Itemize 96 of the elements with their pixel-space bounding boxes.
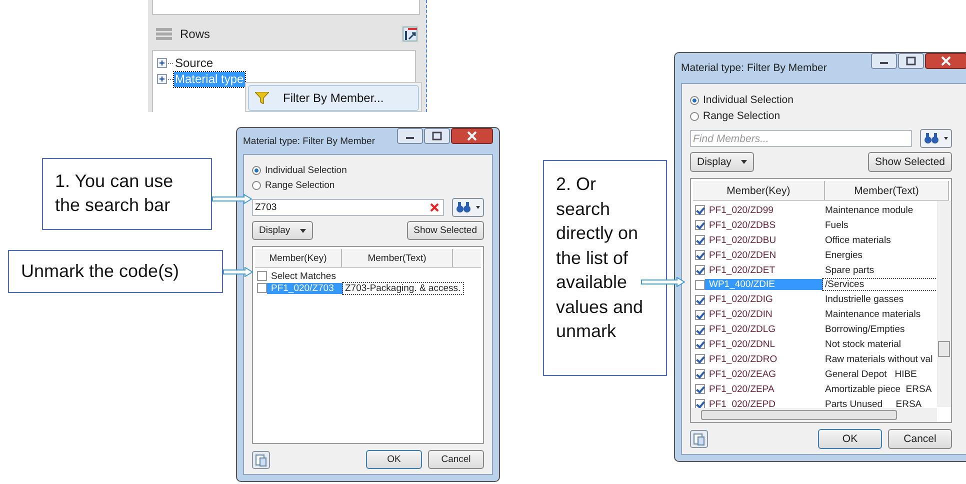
caret-icon [300,228,306,232]
radio-label: Individual Selection [703,94,794,106]
ok-button[interactable]: OK [818,429,882,449]
select-matches-label: Select Matches [271,270,336,282]
binoculars-icon[interactable] [920,129,952,148]
member-text: Office materials [824,234,891,246]
cancel-button[interactable]: Cancel [888,429,952,449]
checkbox[interactable] [695,310,705,320]
member-key[interactable]: PF1_020/ZDEN [705,250,823,261]
search-field[interactable]: Z703 [252,199,444,216]
member-text: Industrielle gasses [824,294,904,306]
member-text: Amortizable piece ERSA [824,384,932,395]
callout: Unmark the code(s) [8,250,223,293]
member-key[interactable]: PF1_020/ZEAG [705,368,823,380]
checkbox[interactable] [695,250,705,260]
tree-item[interactable]: Source [174,56,214,70]
checkbox[interactable] [695,220,705,230]
vertical-scrollbar[interactable] [937,201,951,407]
checkbox[interactable] [695,399,705,410]
callout: 2. Or search directly on the list of available values and unmark [543,160,667,376]
checkbox[interactable] [695,294,705,305]
member-key[interactable]: PF1_020/ZDBS [705,220,823,231]
member-key[interactable]: PF1_020/ZDLG [705,324,823,336]
checkbox[interactable] [695,265,705,275]
member-text: Borrowing/Empties [824,324,905,336]
swap-icon[interactable] [402,26,418,42]
display-dropdown[interactable]: Display [252,221,314,240]
binoculars-icon[interactable] [452,198,484,217]
member-text: Raw materials without val [824,354,933,365]
expand-icon[interactable] [157,58,167,68]
maximize-icon[interactable] [898,53,924,69]
list-icon [156,28,172,40]
checkbox[interactable] [695,324,705,335]
column-header[interactable]: Member(Text) [824,181,949,200]
rows-title: Rows [180,27,212,41]
menu-item[interactable]: Filter By Member... [248,85,419,111]
radio-label: Range Selection [703,110,780,122]
member-key[interactable]: PF1_020/ZDIG [705,294,823,306]
member-text: Z703-Packaging. & access. [343,282,463,294]
checkbox[interactable] [695,354,705,364]
clear-icon[interactable] [430,203,439,212]
radio-label: Range Selection [265,180,335,191]
dialog-title: Material type: Filter By Member [681,62,828,74]
callout: 1. You can use the search bar [42,158,212,230]
clipboard-icon[interactable] [690,430,708,448]
minimize-icon[interactable] [397,128,423,144]
member-key[interactable]: PF1_020/ZDBU [705,234,823,246]
minimize-icon[interactable] [871,53,897,69]
close-icon[interactable] [451,128,493,144]
cancel-button[interactable]: Cancel [428,450,484,469]
member-key[interactable]: PF1_020/ZEPA [705,384,823,395]
checkbox[interactable] [695,384,705,394]
radio-label: Individual Selection [265,165,347,176]
member-key[interactable]: PF1_020/ZD99 [705,204,823,216]
close-icon[interactable] [925,53,966,69]
member-text: Fuels [824,220,848,231]
column-header[interactable]: Member(Key) [255,249,342,267]
member-key[interactable]: PF1_020/ZEPD [705,398,823,410]
member-text: Maintenance materials [824,309,921,320]
member-text: Parts Unused ERSA [824,398,922,410]
display-dropdown[interactable]: Display [690,152,754,172]
checkbox[interactable] [695,235,705,246]
radio-button[interactable] [690,112,699,120]
maximize-icon[interactable] [424,128,450,144]
radio-button[interactable] [252,181,261,190]
member-key[interactable]: PF1_020/ZDRO [705,354,823,365]
column-header[interactable]: Member(Key) [693,181,825,200]
member-key[interactable]: PF1_020/ZDNL [705,338,823,350]
show-selected-button[interactable]: Show Selected [406,221,484,240]
member-key[interactable]: PF1_020/ZDIN [705,309,823,320]
caret-icon [741,160,748,164]
member-key[interactable]: PF1_020/ZDET [705,264,823,276]
checkbox[interactable] [695,339,705,350]
horizontal-scrollbar[interactable] [691,408,937,422]
search-field[interactable]: Find Members... [690,130,912,147]
show-selected-button[interactable]: Show Selected [868,152,952,172]
member-text: Energies [824,250,862,261]
arrow [641,277,685,287]
clipboard-icon[interactable] [252,450,270,468]
column-header[interactable]: Member(Text) [342,249,453,267]
member-text: General Depot HIBE [824,368,917,380]
filter-icon [255,92,269,104]
dialog-title: Material type: Filter By Member [243,136,376,146]
radio-button[interactable] [252,166,261,175]
expand-icon[interactable] [157,74,167,84]
member-text: Not stock material [824,338,902,350]
checkbox[interactable] [257,271,267,281]
checkbox[interactable] [695,280,705,290]
arrow [212,194,252,204]
member-text: Maintenance module [824,204,914,216]
checkbox[interactable] [257,283,267,293]
ok-button[interactable]: OK [366,450,422,469]
member-text: Spare parts [824,264,874,276]
checkbox[interactable] [695,369,705,380]
radio-button[interactable] [690,96,699,104]
checkbox[interactable] [695,205,705,216]
